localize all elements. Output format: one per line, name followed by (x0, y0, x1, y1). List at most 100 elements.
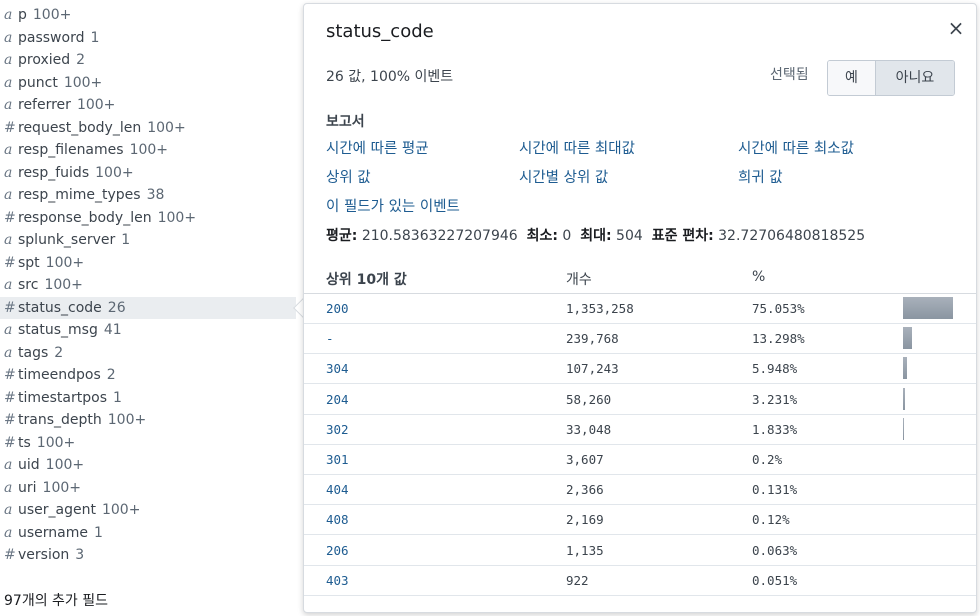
number-type-icon: # (4, 254, 16, 271)
table-row: - 239,768 13.298% (304, 324, 976, 355)
string-type-icon: a (4, 7, 13, 23)
string-type-icon: a (4, 164, 13, 181)
field-name: referrer (18, 97, 71, 113)
value-link[interactable]: - (326, 331, 334, 346)
field-item-tags[interactable]: a tags 2 (4, 342, 63, 364)
field-value-count: 100+ (42, 479, 81, 496)
field-item-trans-depth[interactable]: # trans_depth 100+ (4, 409, 146, 431)
close-icon[interactable]: × (944, 16, 968, 40)
field-item-spt[interactable]: # spt 100+ (4, 252, 84, 274)
field-value-count: 3 (75, 547, 85, 563)
std-value: 32.72706480818525 (718, 228, 866, 244)
field-item-request-body-len[interactable]: # request_body_len 100+ (4, 117, 186, 139)
string-type-icon: a (4, 142, 13, 158)
field-value-count: 2 (54, 344, 64, 361)
field-name: status_msg (18, 322, 98, 338)
field-item-p[interactable]: a p 100+ (4, 4, 71, 26)
number-type-icon: # (4, 299, 16, 316)
report-top-values-by-time-link[interactable]: 시간별 상위 값 (519, 166, 608, 187)
value-percent: 0.063% (752, 542, 798, 558)
value-link[interactable]: 408 (326, 512, 349, 527)
table-row: 200 1,353,258 75.053% (304, 294, 976, 324)
field-value-count: 41 (103, 322, 122, 338)
avg-label: 평균: (326, 228, 358, 244)
value-percent: 1.833% (752, 421, 798, 437)
field-item-timestartpos[interactable]: # timestartpos 1 (4, 387, 122, 409)
field-item-resp-mime-types[interactable]: a resp_mime_types 38 (4, 184, 164, 206)
field-name: response_body_len (18, 209, 152, 226)
field-name: tags (18, 344, 49, 361)
value-count: 33,048 (566, 421, 612, 437)
value-link[interactable]: 403 (326, 573, 349, 588)
string-type-icon: a (4, 52, 13, 68)
number-type-icon: # (4, 119, 16, 136)
field-item-status-code[interactable]: # status_code 26 (0, 296, 296, 319)
field-item-uid[interactable]: a uid 100+ (4, 454, 84, 476)
field-value-count: 100+ (95, 164, 134, 181)
string-type-icon: a (4, 74, 13, 91)
value-percent: 0.051% (752, 572, 798, 588)
table-row: 206 1,135 0.063% (304, 536, 976, 566)
more-fields-link[interactable]: 97개의 추가 필드 (4, 590, 108, 610)
string-type-icon: a (4, 97, 13, 113)
value-summary: 26 값, 100% 이벤트 (326, 69, 454, 85)
report-events-with-field-link[interactable]: 이 필드가 있는 이벤트 (326, 195, 460, 216)
table-row: 304 107,243 5.948% (304, 354, 976, 385)
value-percent: 0.12% (752, 512, 790, 528)
field-name: password (18, 29, 85, 46)
value-link[interactable]: 206 (326, 543, 349, 558)
selected-no-button[interactable]: 아니요 (876, 61, 954, 95)
field-item-uri[interactable]: a uri 100+ (4, 477, 81, 499)
value-count: 1,135 (566, 542, 604, 558)
value-link[interactable]: 404 (326, 482, 349, 497)
value-link[interactable]: 301 (326, 452, 349, 467)
field-value-count: 100+ (147, 119, 186, 136)
field-value-count: 1 (121, 232, 131, 248)
value-count: 58,260 (566, 391, 612, 407)
value-link[interactable]: 204 (326, 392, 349, 407)
field-item-version[interactable]: # version 3 (4, 544, 84, 566)
field-item-response-body-len[interactable]: # response_body_len 100+ (4, 207, 196, 229)
report-min-over-time-link[interactable]: 시간에 따른 최소값 (738, 137, 854, 158)
field-item-password[interactable]: a password 1 (4, 27, 99, 49)
report-rare-values-link[interactable]: 희귀 값 (738, 166, 783, 187)
table-row: 302 33,048 1.833% (304, 415, 976, 445)
field-item-ts[interactable]: # ts 100+ (4, 432, 75, 454)
string-type-icon: a (4, 29, 13, 46)
field-item-proxied[interactable]: a proxied 2 (4, 49, 85, 71)
report-top-values-link[interactable]: 상위 값 (326, 166, 371, 187)
std-label: 표준 편차: (651, 228, 714, 244)
field-item-timeendpos[interactable]: # timeendpos 2 (4, 364, 116, 386)
field-item-status-msg[interactable]: a status_msg 41 (4, 319, 122, 341)
field-list: a ap100+apassword1aproxied2apunct100+are… (0, 0, 300, 616)
report-max-over-time-link[interactable]: 시간에 따른 최대값 (519, 137, 635, 158)
value-percent: 0.2% (752, 452, 783, 467)
field-value-count: 1 (90, 29, 100, 46)
value-link[interactable]: 302 (326, 422, 349, 437)
value-link[interactable]: 200 (326, 301, 349, 316)
field-item-splunk-server[interactable]: a splunk_server 1 (4, 229, 130, 251)
field-value-count: 100+ (76, 97, 116, 113)
reports-heading: 보고서 (326, 114, 365, 130)
value-link[interactable]: 304 (326, 361, 349, 376)
field-item-punct[interactable]: a punct 100+ (4, 72, 102, 94)
report-avg-over-time-link[interactable]: 시간에 따른 평균 (326, 137, 429, 158)
field-name: splunk_server (18, 232, 116, 248)
field-item-username[interactable]: a username 1 (4, 522, 103, 544)
value-count: 2,169 (566, 512, 604, 528)
table-row: 301 3,607 0.2% (304, 445, 976, 475)
field-name: status_code (18, 299, 102, 316)
value-count: 239,768 (566, 331, 619, 347)
selected-yes-button[interactable]: 예 (828, 61, 876, 95)
value-percent: 0.131% (752, 482, 798, 498)
field-item-resp-fuids[interactable]: a resp_fuids 100+ (4, 162, 134, 184)
percent-bar (903, 357, 907, 380)
field-name: version (18, 547, 70, 563)
field-name: uri (18, 479, 37, 496)
field-item-resp-filenames[interactable]: a resp_filenames 100+ (4, 139, 168, 161)
string-type-icon: a (4, 524, 13, 541)
avg-value: 210.58363227207946 (361, 228, 518, 244)
field-item-user-agent[interactable]: a user_agent 100+ (4, 499, 140, 521)
field-item-src[interactable]: a src 100+ (4, 274, 83, 296)
field-item-referrer[interactable]: a referrer 100+ (4, 94, 115, 116)
